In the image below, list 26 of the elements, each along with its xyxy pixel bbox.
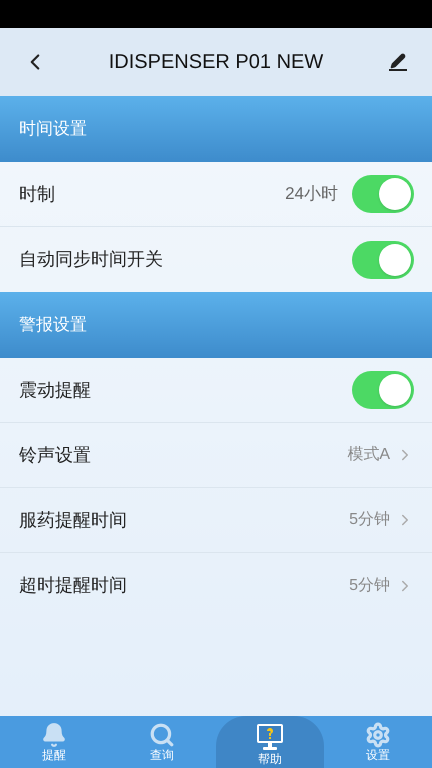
edit-button[interactable] <box>386 53 410 71</box>
setting-label: 时制 <box>19 182 56 206</box>
setting-value: 模式A <box>347 444 390 465</box>
setting-label: 服药提醒时间 <box>19 508 128 532</box>
tab[interactable]: 提醒 <box>0 716 108 768</box>
gear-icon <box>365 722 391 748</box>
toggle-switch[interactable] <box>352 175 414 213</box>
setting-label: 自动同步时间开关 <box>19 248 164 271</box>
help-monitor-icon <box>255 722 285 752</box>
section-title: 警报设置 <box>19 314 87 336</box>
setting-label: 超时提醒时间 <box>19 574 128 597</box>
toggle-switch[interactable] <box>352 371 414 409</box>
setting-label: 震动提醒 <box>19 378 92 402</box>
setting-value: 24小时 <box>285 183 338 206</box>
section-title: 时间设置 <box>19 118 87 140</box>
pencil-icon <box>390 53 406 69</box>
setting-value: 5分钟 <box>349 510 390 530</box>
toggle-switch[interactable] <box>352 240 414 278</box>
tab[interactable]: 设置 <box>324 716 432 768</box>
search-icon <box>149 722 175 748</box>
setting-value: 5分钟 <box>349 576 390 596</box>
bell-icon <box>41 722 67 748</box>
tab[interactable]: 查询 <box>108 716 216 768</box>
page-title: IDISPENSER P01 NEW <box>108 50 324 75</box>
tab[interactable]: 帮助 <box>216 716 324 768</box>
setting-label: 铃声设置 <box>19 444 92 466</box>
